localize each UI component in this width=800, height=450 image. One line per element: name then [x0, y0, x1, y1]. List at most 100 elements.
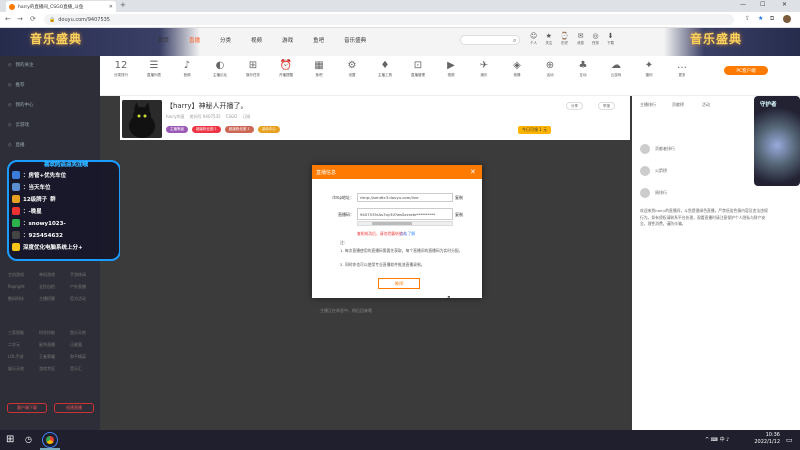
- extensions-icon[interactable]: ⧉: [770, 15, 774, 23]
- site-search-input[interactable]: [460, 35, 520, 45]
- bookmark-star-icon[interactable]: ★: [758, 15, 763, 22]
- function-icon-item[interactable]: ⊕ 活动: [537, 60, 563, 78]
- function-icon-item[interactable]: ▶ 视频: [438, 60, 464, 78]
- function-icon-item[interactable]: ♣ 互动: [570, 60, 596, 78]
- sidebar-category-link[interactable]: Popright: [8, 284, 25, 289]
- sidebar-item[interactable]: ◇ 我的中心: [8, 102, 33, 109]
- system-tray-icons[interactable]: ^ ⌨ 中 ♪: [705, 437, 729, 444]
- function-icon-item[interactable]: … 更多: [669, 60, 695, 78]
- room-meta-item[interactable]: 订阅: [242, 114, 250, 120]
- header-action-item[interactable]: ⬇ 下载: [607, 32, 614, 46]
- sidebar-category-link[interactable]: 二次元: [8, 342, 20, 348]
- rank-row[interactable]: 火箭榜: [640, 166, 667, 176]
- notification-icon[interactable]: ▭: [786, 436, 793, 444]
- site-nav-item[interactable]: 首页: [158, 36, 169, 44]
- room-tag[interactable]: 活动中心: [257, 126, 280, 133]
- sidebar-category-link[interactable]: 游戏专区: [39, 366, 55, 372]
- url-input[interactable]: 🔒 douyu.com/9407535: [44, 14, 734, 25]
- header-action-item[interactable]: ◎ 任务: [592, 32, 599, 46]
- function-icon-item[interactable]: ▦ 鱼吧: [306, 60, 332, 78]
- event-banner-left[interactable]: 音乐盛典: [30, 30, 150, 54]
- room-tag[interactable]: 超级粉丝团 1: [192, 126, 221, 133]
- client-download-button[interactable]: 客户端下载: [7, 403, 47, 413]
- rank-row[interactable]: 周排行: [640, 188, 667, 198]
- room-tag[interactable]: 超级粉丝团 1: [224, 126, 254, 133]
- rtmp-field[interactable]: rtmp://sendtc3.douyu.com/live: [357, 193, 453, 202]
- tab-anchor-rank[interactable]: 主播排行: [640, 100, 656, 109]
- function-icon-item[interactable]: ♦ 主播工具: [372, 60, 398, 78]
- tab-close-icon[interactable]: ✕: [109, 4, 113, 10]
- search-icon[interactable]: ⌕: [513, 37, 516, 45]
- sidebar-category-link[interactable]: 娱乐天地: [8, 366, 24, 372]
- sidebar-category-link[interactable]: LOL手游: [8, 354, 23, 360]
- sidebar-item[interactable]: ◇ 推荐: [8, 82, 24, 89]
- sidebar-category-link[interactable]: 三家智能: [8, 330, 24, 336]
- room-tag[interactable]: 主播等级: [166, 126, 188, 133]
- sidebar-category-link[interactable]: 正能量: [70, 342, 82, 348]
- sidebar-category-link[interactable]: 音乐汇: [70, 366, 82, 372]
- window-close-button[interactable]: ✕: [782, 1, 787, 8]
- back-arrow-icon[interactable]: ←: [5, 15, 11, 23]
- share-button[interactable]: 分享: [566, 102, 583, 110]
- sidebar-category-link[interactable]: 户外直播: [70, 284, 86, 290]
- copy-key-button[interactable]: 复制: [455, 212, 463, 218]
- sidebar-category-link[interactable]: 全民自拍: [39, 284, 55, 290]
- modal-close-button[interactable]: 关闭: [378, 278, 420, 289]
- clock-date[interactable]: 2022/1/12: [744, 439, 780, 446]
- site-nav-item[interactable]: 视频: [251, 36, 262, 44]
- sidebar-category-link[interactable]: 官方活动: [70, 296, 86, 302]
- function-icon-item[interactable]: ⚙ 设置: [339, 60, 365, 78]
- report-button[interactable]: 举报: [598, 102, 615, 110]
- window-minimize-button[interactable]: —: [740, 1, 746, 8]
- function-icon-item[interactable]: ☁ 云游戏: [603, 60, 629, 78]
- sidebar-item[interactable]: ◇ 我的关注: [8, 62, 33, 69]
- sidebar-category-link[interactable]: 科学技能: [39, 330, 55, 336]
- sidebar-category-link[interactable]: 手游休闲: [70, 272, 86, 278]
- daily-reward-badge[interactable]: 今日可领 1 元: [518, 126, 552, 134]
- rank-row[interactable]: 贡献者排行: [640, 144, 675, 154]
- sidebar-category-link[interactable]: 星秀直播: [39, 342, 55, 348]
- tab-activity[interactable]: 活动: [702, 100, 710, 109]
- learn-more-link[interactable]: 点击了解: [400, 231, 415, 237]
- site-nav-item[interactable]: 游戏: [282, 36, 293, 44]
- profile-avatar[interactable]: [783, 15, 791, 23]
- chrome-taskbar-icon[interactable]: [42, 432, 58, 448]
- function-icon-item[interactable]: ♪ 音频: [174, 60, 200, 78]
- function-icon-item[interactable]: ✈ 娱乐: [471, 60, 497, 78]
- function-icon-item[interactable]: ⏰ 开播提醒: [273, 60, 299, 78]
- start-live-button[interactable]: 创建直播: [54, 403, 94, 413]
- sidebar-category-link[interactable]: 主播招募: [39, 296, 55, 302]
- header-action-item[interactable]: ☺ 个人: [530, 32, 537, 46]
- header-action-item[interactable]: ★ 关注: [545, 32, 552, 46]
- streamer-avatar[interactable]: [122, 100, 162, 138]
- function-icon-item[interactable]: ✦ 福利: [636, 60, 662, 78]
- reload-icon[interactable]: ⟳: [30, 15, 36, 23]
- sidebar-category-link[interactable]: 王者荣耀: [39, 354, 55, 360]
- site-nav-item[interactable]: 鱼吧: [313, 36, 324, 44]
- task-view-icon[interactable]: ◷: [25, 435, 32, 444]
- share-icon[interactable]: ⇪: [745, 15, 750, 22]
- modal-close-icon[interactable]: ✕: [470, 168, 476, 176]
- sidebar-category-link[interactable]: 鱼乐天地: [70, 330, 86, 336]
- tab-contribution[interactable]: 贡献榜: [672, 100, 684, 109]
- copy-rtmp-button[interactable]: 复制: [455, 195, 463, 201]
- windows-start-icon[interactable]: ⊞: [6, 434, 14, 445]
- sidebar-item[interactable]: ◇ 直播: [8, 142, 24, 149]
- sidebar-item[interactable]: ◇ 云游戏: [8, 122, 29, 129]
- pc-client-button[interactable]: PC客户端: [724, 66, 768, 75]
- scrollbar-thumb[interactable]: [372, 222, 412, 225]
- function-icon-item[interactable]: ☰ 直播列表: [141, 60, 167, 78]
- function-icon-item[interactable]: ◐ 主播论坛: [207, 60, 233, 78]
- new-tab-button[interactable]: +: [120, 1, 126, 9]
- clock-time[interactable]: 10:36: [752, 432, 780, 439]
- stream-key-field[interactable]: 9407535rAs7oy30?wsSecrete**********: [357, 208, 453, 220]
- guardian-badge-image[interactable]: [754, 96, 800, 186]
- function-icon-item[interactable]: ⊞ 娱乐任务: [240, 60, 266, 78]
- function-icon-item[interactable]: ◈ 竞猜: [504, 60, 530, 78]
- function-icon-item[interactable]: 12 分类排行: [108, 60, 134, 78]
- site-nav-item[interactable]: 音乐盛典: [344, 36, 366, 44]
- browser-tab[interactable]: harry的直播间_CSGO直播_斗鱼 ✕: [6, 1, 116, 12]
- sidebar-category-link[interactable]: 单机游戏: [39, 272, 55, 278]
- header-action-item[interactable]: ✉ 消息: [577, 32, 584, 46]
- sidebar-category-link[interactable]: 主机游戏: [8, 272, 24, 278]
